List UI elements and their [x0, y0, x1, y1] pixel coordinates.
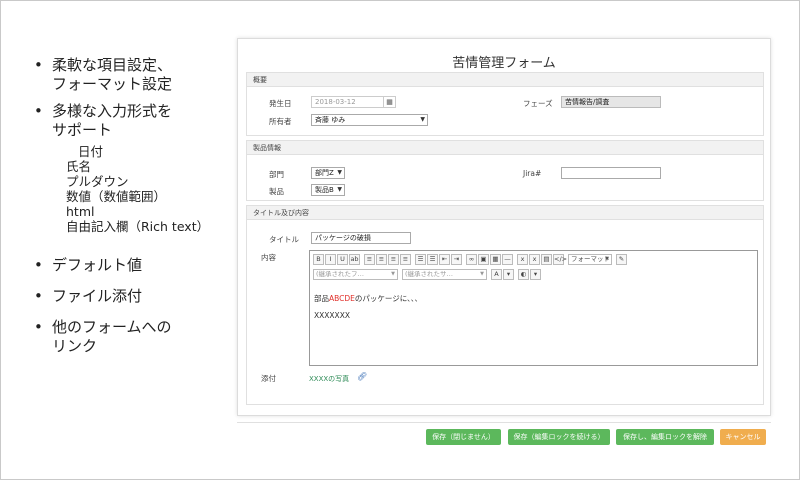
- align-left-icon[interactable]: ≡: [364, 254, 375, 265]
- section-header: 製品情報: [247, 141, 763, 155]
- owner-value: 斉藤 ゆみ: [315, 116, 346, 124]
- feature-list: 柔軟な項目設定、 フォーマット設定 多様な入力形式を サポート 日付 氏名 プル…: [30, 56, 230, 356]
- product-label: 製品: [269, 187, 284, 196]
- editor-toolbar-row1: B I U ab ≡ ≡ ≡ ≡ ☰ ☰ ⇤ ⇥ ∞ ▣ ▦ — x x ▤ <…: [313, 254, 628, 267]
- font-family-label: (継承されたフ…: [316, 270, 365, 278]
- date-input[interactable]: 2018-03-12 ▦: [311, 96, 396, 108]
- font-family-dropdown[interactable]: (継承されたフ…: [313, 269, 398, 280]
- dept-label: 部門: [269, 170, 284, 179]
- footer-divider: [237, 422, 771, 423]
- align-right-icon[interactable]: ≡: [388, 254, 399, 265]
- phase-value: 苦情報告/調査: [565, 98, 610, 106]
- image-icon[interactable]: ▣: [478, 254, 489, 265]
- bullet-text: 多様な入力形式を: [52, 102, 173, 120]
- rich-text-editor[interactable]: B I U ab ≡ ≡ ≡ ≡ ☰ ☰ ⇤ ⇥ ∞ ▣ ▦ — x x ▤ <…: [309, 250, 758, 366]
- justify-icon[interactable]: ≡: [400, 254, 411, 265]
- owner-select[interactable]: 斉藤 ゆみ: [311, 114, 428, 126]
- italic-icon[interactable]: I: [325, 254, 336, 265]
- bold-icon[interactable]: B: [313, 254, 324, 265]
- content-text: 部品: [314, 294, 329, 303]
- save-no-close-button[interactable]: 保存（閉じません）: [426, 429, 501, 445]
- form-title: 苦情管理フォーム: [452, 56, 556, 71]
- bg-color-arrow-icon[interactable]: ▾: [530, 269, 541, 280]
- input-type-item: 自由記入欄（Rich text）: [66, 219, 210, 234]
- input-type-item: 氏名: [66, 159, 92, 174]
- section-product: 製品情報 部門 部門Z 製品 製品B Jira#: [246, 140, 764, 201]
- bullet-default-values: デフォルト値: [30, 256, 230, 275]
- dept-value: 部門Z: [315, 169, 334, 177]
- editor-content-line1: 部品ABCDEのパッケージに、、、: [314, 293, 422, 304]
- bullet-text: 他のフォームへの: [52, 318, 172, 336]
- title-value: パッケージの破損: [315, 234, 371, 242]
- phase-label: フェーズ: [523, 99, 553, 108]
- attach-link-icon[interactable]: 🔗︎: [357, 372, 367, 381]
- text-color-arrow-icon[interactable]: ▾: [503, 269, 514, 280]
- input-type-item: html: [66, 204, 95, 219]
- complaint-form-panel: 苦情管理フォーム 概要 発生日 2018-03-12 ▦ 所有者 斉藤 ゆみ フ…: [237, 38, 771, 416]
- clear-format-icon[interactable]: ▤: [541, 254, 552, 265]
- title-input[interactable]: パッケージの破損: [311, 232, 411, 244]
- input-type-item: 日付: [78, 144, 104, 159]
- numbered-list-icon[interactable]: ☰: [427, 254, 438, 265]
- bg-color-icon[interactable]: ◐: [518, 269, 529, 280]
- save-keep-lock-button[interactable]: 保存（編集ロックを続ける）: [508, 429, 610, 445]
- content-text: のパッケージに、、、: [354, 294, 423, 303]
- font-size-dropdown[interactable]: (継承されたサ…: [402, 269, 487, 280]
- bullet-text: 柔軟な項目設定、: [52, 56, 173, 74]
- product-value: 製品B: [315, 186, 334, 194]
- bullet-text: サポート: [52, 121, 113, 139]
- title-label: タイトル: [269, 235, 299, 244]
- format-dropdown[interactable]: フォーマット: [568, 254, 612, 265]
- bullet-text: ファイル添付: [52, 287, 143, 305]
- cancel-button[interactable]: キャンセル: [720, 429, 766, 445]
- owner-label: 所有者: [269, 117, 292, 126]
- strikethrough-icon[interactable]: ab: [349, 254, 360, 265]
- attachment-link[interactable]: XXXXの写真: [309, 374, 349, 384]
- text-color-icon[interactable]: A: [491, 269, 502, 280]
- source-code-icon[interactable]: </>: [553, 254, 567, 265]
- table-icon[interactable]: ▦: [490, 254, 501, 265]
- jira-label: Jira#: [523, 169, 542, 178]
- section-content: タイトル及び内容 タイトル パッケージの破損 内容 B I U ab ≡ ≡ ≡…: [246, 205, 764, 405]
- section-overview: 概要 発生日 2018-03-12 ▦ 所有者 斉藤 ゆみ フェーズ 苦情報告/…: [246, 72, 764, 136]
- bullet-list-icon[interactable]: ☰: [415, 254, 426, 265]
- date-value: 2018-03-12: [315, 98, 356, 106]
- editor-toolbar-row2: (継承されたフ… (継承されたサ… A ▾ ◐ ▾: [313, 269, 542, 282]
- link-icon[interactable]: ∞: [466, 254, 477, 265]
- dept-select[interactable]: 部門Z: [311, 167, 345, 179]
- input-type-item: プルダウン: [66, 174, 129, 189]
- input-type-list: 日付 氏名 プルダウン 数値（数値範囲） html 自由記入欄（Rich tex…: [66, 144, 230, 234]
- font-size-label: (継承されたサ…: [405, 270, 454, 278]
- section-header: タイトル及び内容: [247, 206, 763, 220]
- product-select[interactable]: 製品B: [311, 184, 345, 196]
- format-dropdown-label: フォーマット: [571, 255, 610, 263]
- superscript-icon[interactable]: x: [529, 254, 540, 265]
- body-label: 内容: [261, 253, 276, 262]
- bullet-input-types: 多様な入力形式を サポート 日付 氏名 プルダウン 数値（数値範囲） html …: [30, 102, 230, 234]
- bullet-text: フォーマット設定: [52, 75, 173, 93]
- bullet-flexible-settings: 柔軟な項目設定、 フォーマット設定: [30, 56, 230, 94]
- date-label: 発生日: [269, 99, 292, 108]
- section-header: 概要: [247, 73, 763, 87]
- input-type-item: 数値（数値範囲）: [66, 189, 167, 204]
- underline-icon[interactable]: U: [337, 254, 348, 265]
- align-center-icon[interactable]: ≡: [376, 254, 387, 265]
- jira-input[interactable]: [561, 167, 661, 179]
- bullet-file-attach: ファイル添付: [30, 287, 230, 306]
- bullet-text: デフォルト値: [52, 256, 143, 274]
- editor-content-line2: XXXXXXX: [314, 311, 350, 320]
- subscript-icon[interactable]: x: [517, 254, 528, 265]
- phase-field: 苦情報告/調査: [561, 96, 661, 108]
- content-highlight: ABCDE: [329, 294, 355, 303]
- save-release-lock-button[interactable]: 保存し、編集ロックを解除: [616, 429, 714, 445]
- paint-icon[interactable]: ✎: [616, 254, 627, 265]
- bullet-text: リンク: [52, 337, 98, 355]
- horizontal-rule-icon[interactable]: —: [502, 254, 513, 265]
- calendar-icon[interactable]: ▦: [383, 97, 395, 107]
- outdent-icon[interactable]: ⇤: [439, 254, 450, 265]
- attach-label: 添付: [261, 374, 276, 383]
- indent-icon[interactable]: ⇥: [451, 254, 462, 265]
- bullet-form-links: 他のフォームへの リンク: [30, 318, 230, 356]
